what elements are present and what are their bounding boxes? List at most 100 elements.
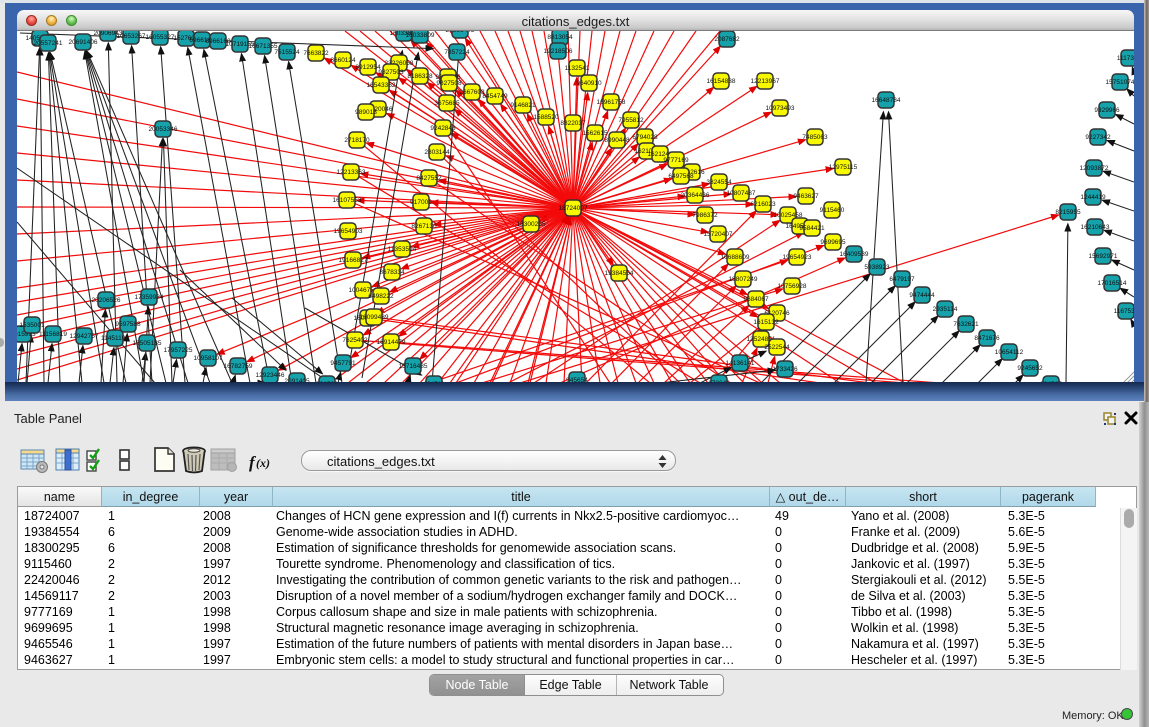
svg-text:8427552: 8427552 (416, 175, 442, 182)
svg-text:7955812: 7955812 (618, 117, 644, 124)
svg-text:9463627: 9463627 (793, 193, 819, 200)
svg-text:2718170: 2718170 (344, 137, 370, 144)
svg-text:8186328: 8186328 (407, 73, 433, 80)
svg-text:1535001: 1535001 (19, 322, 45, 329)
svg-text:12213967: 12213967 (751, 78, 780, 85)
svg-text:124511: 124511 (423, 381, 445, 382)
svg-text:15751074: 15751074 (1106, 79, 1134, 86)
svg-text:2935114: 2935114 (933, 306, 958, 313)
svg-text:17016514: 17016514 (1098, 280, 1127, 287)
svg-text:16099489: 16099489 (360, 314, 389, 321)
svg-text:14136141: 14136141 (726, 360, 755, 367)
svg-text:1733426: 1733426 (772, 366, 798, 373)
svg-text:1244419: 1244419 (1080, 194, 1106, 201)
svg-text:173342: 173342 (708, 380, 730, 382)
svg-text:9699695: 9699695 (820, 239, 846, 246)
svg-text:16033809: 16033809 (406, 32, 435, 39)
svg-text:9584421: 9584421 (799, 225, 825, 232)
svg-text:16409539: 16409539 (840, 251, 869, 258)
svg-text:2667608: 2667608 (459, 89, 485, 96)
svg-text:1117310: 1117310 (1117, 55, 1134, 62)
svg-text:15716485: 15716485 (399, 363, 428, 370)
svg-text:8454749: 8454749 (482, 93, 508, 100)
svg-text:9684067: 9684067 (743, 296, 769, 303)
svg-text:17359934: 17359934 (135, 294, 164, 301)
svg-text:8215955: 8215955 (1055, 209, 1081, 216)
svg-text:9227342: 9227342 (1085, 134, 1111, 141)
svg-text:7485063: 7485063 (802, 134, 828, 141)
svg-text:1588520: 1588520 (533, 114, 559, 121)
svg-text:1615132: 1615132 (753, 319, 779, 326)
svg-text:9827508: 9827508 (436, 80, 462, 87)
svg-text:6216023: 6216023 (750, 201, 776, 208)
svg-text:10756928: 10756928 (778, 283, 807, 290)
svg-text:3675685: 3675685 (434, 100, 460, 107)
svg-text:16782759: 16782759 (224, 363, 253, 370)
svg-text:8660124: 8660124 (330, 57, 356, 64)
svg-text:6794028: 6794028 (632, 134, 658, 141)
svg-text:20053346: 20053346 (149, 126, 178, 133)
svg-text:16107553: 16107553 (333, 197, 362, 204)
svg-text:917006: 917006 (410, 199, 432, 206)
svg-text:6497568: 6497568 (668, 173, 694, 180)
svg-text:9777169: 9777169 (663, 157, 689, 164)
svg-text:10653267: 10653267 (117, 33, 146, 40)
svg-text:16648784: 16648784 (872, 97, 901, 104)
svg-text:19166827: 19166827 (339, 257, 368, 264)
svg-text:3824554: 3824554 (706, 179, 732, 186)
svg-text:9329966: 9329966 (1094, 107, 1120, 114)
svg-text:8813054: 8813054 (547, 34, 573, 41)
svg-text:2522544: 2522544 (764, 344, 790, 351)
svg-text:11156819: 11156819 (39, 331, 67, 338)
svg-text:(x): (x) (256, 456, 270, 470)
svg-text:9640910: 9640910 (576, 80, 602, 87)
svg-text:9474444: 9474444 (909, 292, 935, 299)
svg-text:6498222: 6498222 (368, 293, 394, 300)
svg-text:9245652: 9245652 (1017, 365, 1043, 372)
svg-text:924565: 924565 (1040, 381, 1062, 382)
svg-text:9242848: 9242848 (430, 125, 456, 132)
svg-text:10654112: 10654112 (995, 349, 1024, 356)
svg-text:11451194: 11451194 (101, 335, 129, 342)
svg-text:16961758: 16961758 (597, 99, 626, 106)
svg-text:17957225: 17957225 (164, 347, 193, 354)
svg-text:12213363: 12213363 (337, 169, 366, 176)
svg-text:10688609: 10688609 (721, 254, 750, 261)
svg-text:18724007: 18724007 (559, 205, 588, 212)
svg-text:19218506: 19218506 (544, 48, 573, 55)
svg-text:8912954: 8912954 (355, 64, 381, 71)
svg-text:20364436: 20364436 (681, 192, 710, 199)
svg-text:16210643: 16210643 (1081, 224, 1110, 231)
svg-text:7663822: 7663822 (303, 50, 329, 57)
svg-text:10958107: 10958107 (194, 355, 223, 362)
svg-text:19654903: 19654903 (334, 228, 363, 235)
svg-text:391599: 391599 (316, 381, 338, 382)
svg-text:2087682: 2087682 (714, 36, 740, 43)
svg-text:7986372: 7986372 (692, 212, 718, 219)
svg-text:8267130: 8267130 (411, 223, 437, 230)
svg-text:12942757: 12942757 (70, 333, 99, 340)
svg-text:9827503: 9827503 (378, 69, 404, 76)
svg-text:10807487: 10807487 (727, 190, 756, 197)
svg-text:1132541: 1132541 (565, 65, 590, 72)
svg-text:2803144: 2803144 (424, 149, 450, 156)
svg-text:20206526: 20206526 (92, 297, 121, 304)
svg-text:9457791: 9457791 (330, 360, 356, 367)
svg-text:9146821: 9146821 (510, 102, 536, 109)
svg-text:20851443: 20851443 (446, 31, 475, 34)
svg-text:10973493: 10973493 (766, 105, 795, 112)
svg-text:8678334: 8678334 (379, 269, 405, 276)
svg-text:12923446: 12923446 (256, 372, 285, 379)
svg-text:1562615: 1562615 (582, 130, 608, 137)
svg-text:2091405: 2091405 (284, 378, 310, 382)
svg-text:15692971: 15692971 (1089, 253, 1118, 260)
svg-text:6479197: 6479197 (889, 276, 915, 283)
svg-text:8322037: 8322037 (560, 120, 586, 127)
svg-text:20691406: 20691406 (69, 39, 98, 46)
svg-text:11353594: 11353594 (388, 246, 417, 253)
svg-text:19384554: 19384554 (605, 270, 634, 277)
svg-text:16154838: 16154838 (707, 78, 736, 85)
svg-text:8471676: 8471676 (974, 335, 1000, 342)
svg-text:1167533: 1167533 (1114, 308, 1134, 315)
svg-text:16543362: 16543362 (367, 82, 396, 89)
